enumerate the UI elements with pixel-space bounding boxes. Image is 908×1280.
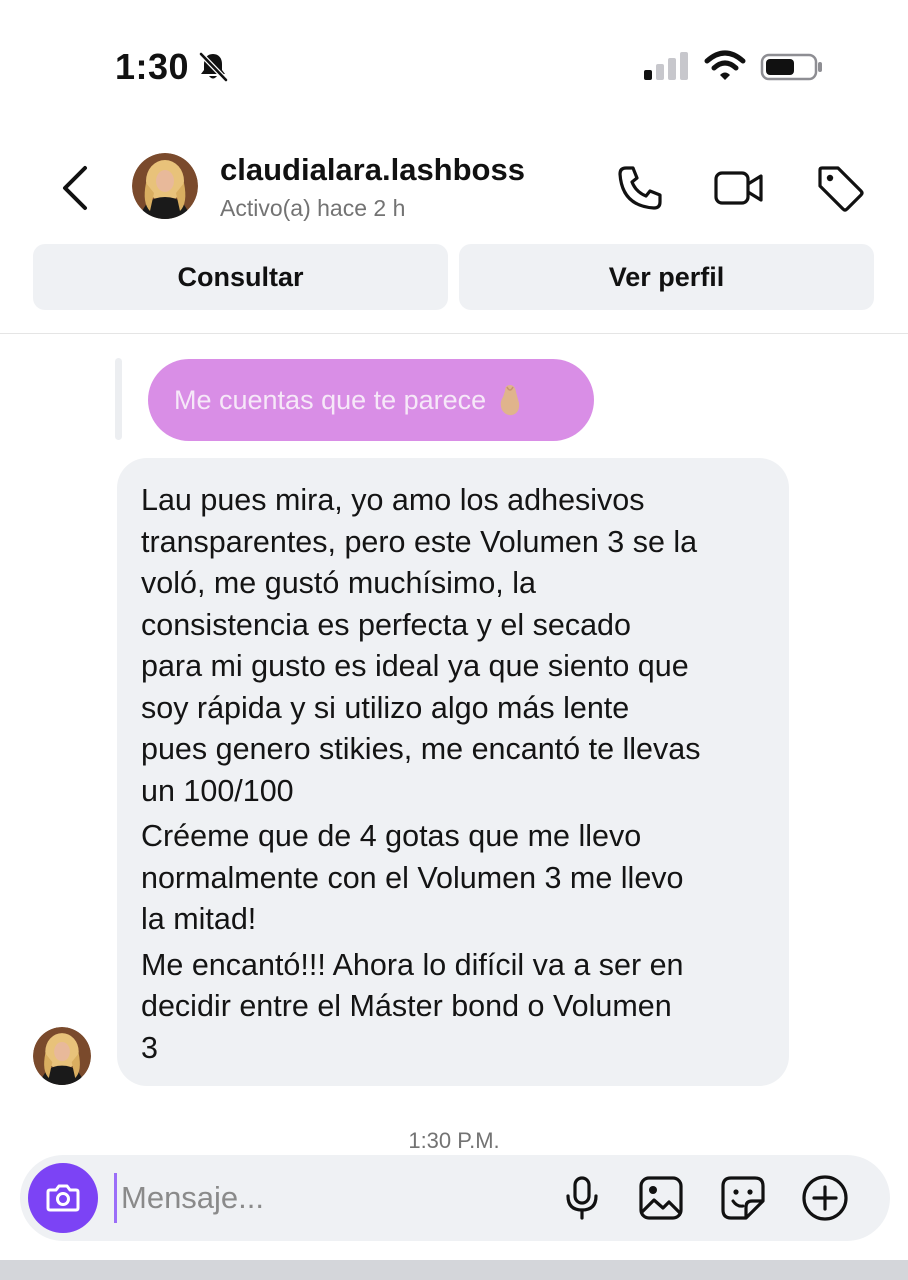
tag-icon[interactable] [814,162,866,214]
video-camera-icon[interactable] [713,162,765,214]
message-paragraph: Me encantó!!! Ahora lo difícil va a ser … [141,947,684,1065]
wifi-icon [704,50,746,80]
sticker-icon[interactable] [718,1173,768,1223]
bell-slash-icon [199,52,228,82]
microphone-icon[interactable] [557,1173,607,1223]
home-indicator-bar [0,1260,908,1280]
camera-icon [46,1184,80,1212]
divider [0,333,908,334]
profile-photo [33,1027,91,1085]
view-profile-button[interactable]: Ver perfil [459,244,874,310]
message-timestamp: 1:30 P.M. [408,1128,500,1153]
battery-icon [760,53,822,81]
status-time: 1:30 [115,46,190,87]
received-message-bubble[interactable]: Lau pues mira, yo amo los adhesivos tran… [117,458,789,1086]
status-bar: 1:30 [0,0,908,130]
message-paragraph: Créeme que de 4 gotas que me llevo norma… [141,819,684,936]
sent-message-bubble[interactable]: Me cuentas que te parece [148,359,594,441]
sent-message-text: Me cuentas que te parece [174,384,487,415]
camera-button[interactable] [28,1163,98,1233]
gallery-icon[interactable] [636,1173,686,1223]
plus-circle-icon[interactable] [800,1173,850,1223]
message-input[interactable] [114,1173,534,1223]
message-composer [20,1155,890,1241]
username[interactable]: claudialara.lashboss [220,152,525,188]
back-chevron-icon[interactable] [55,162,95,214]
message-paragraph: Lau pues mira, yo amo los adhesivos tran… [141,483,701,808]
activity-status: Activo(a) hace 2 h [220,195,406,221]
avatar[interactable] [132,153,198,219]
chat-header: claudialara.lashboss Activo(a) hace 2 h [0,140,908,240]
sender-avatar[interactable] [33,1027,91,1085]
consultar-button[interactable]: Consultar [33,244,448,310]
profile-photo [132,153,198,219]
cellular-signal-icon [644,52,688,80]
reply-indicator [115,358,122,440]
phone-icon[interactable] [614,162,666,214]
pinched-fingers-emoji [500,385,520,416]
